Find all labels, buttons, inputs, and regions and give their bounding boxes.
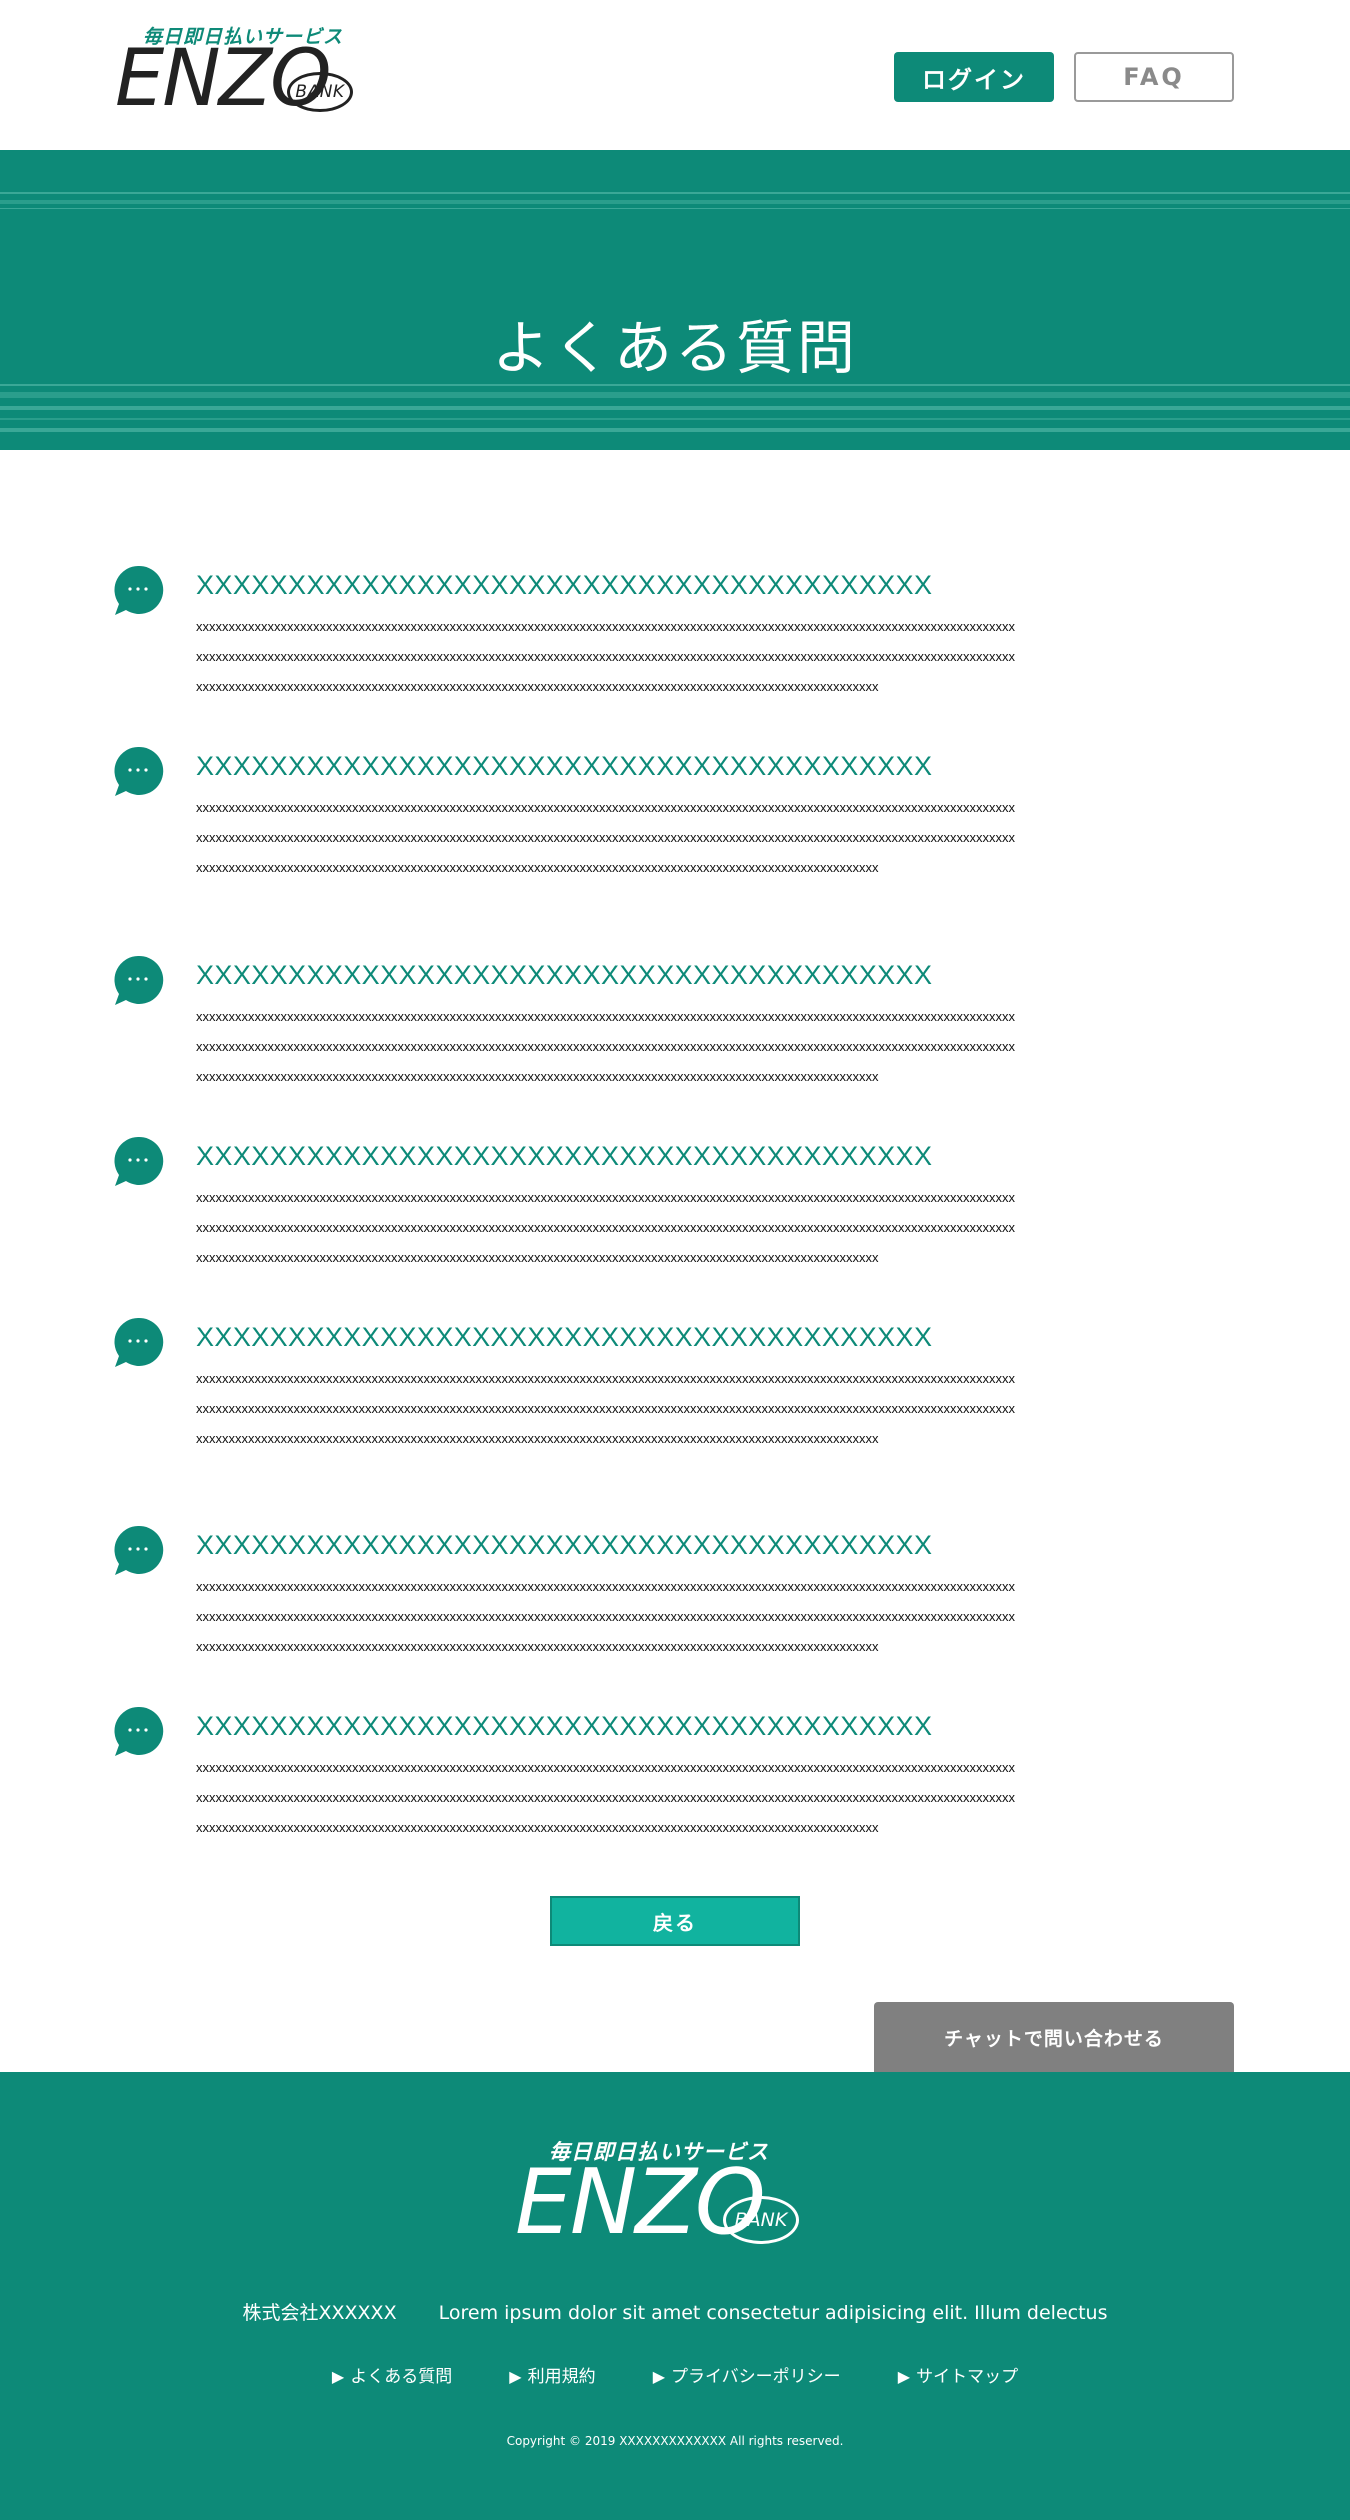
hero-stripe <box>0 208 1350 209</box>
faq-question: XXXXXXXXXXXXXXXXXXXXXXXXXXXXXXXXXXXXXXXX <box>196 1530 933 1560</box>
footer-link-label: 利用規約 <box>527 2367 596 2387</box>
speech-bubble-icon <box>114 565 164 615</box>
faq-answer-line: xxxxxxxxxxxxxxxxxxxxxxxxxxxxxxxxxxxxxxxx… <box>196 1431 879 1446</box>
faq-answer: xxxxxxxxxxxxxxxxxxxxxxxxxxxxxxxxxxxxxxxx… <box>196 1753 1156 1843</box>
faq-answer: xxxxxxxxxxxxxxxxxxxxxxxxxxxxxxxxxxxxxxxx… <box>196 1364 1156 1454</box>
site-header: 毎日即日払いサービス ENZO BANK ログイン FAQ <box>0 0 1350 150</box>
faq-answer: xxxxxxxxxxxxxxxxxxxxxxxxxxxxxxxxxxxxxxxx… <box>196 1572 1156 1662</box>
faq-answer-line: xxxxxxxxxxxxxxxxxxxxxxxxxxxxxxxxxxxxxxxx… <box>196 1790 1015 1805</box>
hero-stripe <box>0 392 1350 398</box>
faq-item[interactable]: XXXXXXXXXXXXXXXXXXXXXXXXXXXXXXXXXXXXXXXX… <box>112 1705 1212 1845</box>
faq-answer-line: xxxxxxxxxxxxxxxxxxxxxxxxxxxxxxxxxxxxxxxx… <box>196 1760 1015 1775</box>
footer-logo-bank-badge: BANK <box>723 2196 799 2244</box>
footer-link-faq[interactable]: ▶ よくある質問 <box>332 2362 452 2387</box>
faq-question: XXXXXXXXXXXXXXXXXXXXXXXXXXXXXXXXXXXXXXXX <box>196 570 933 600</box>
faq-question: XXXXXXXXXXXXXXXXXXXXXXXXXXXXXXXXXXXXXXXX <box>196 751 933 781</box>
faq-answer-line: xxxxxxxxxxxxxxxxxxxxxxxxxxxxxxxxxxxxxxxx… <box>196 1579 1015 1594</box>
faq-answer-line: xxxxxxxxxxxxxxxxxxxxxxxxxxxxxxxxxxxxxxxx… <box>196 619 1015 634</box>
footer-nav: ▶ よくある質問 ▶ 利用規約 ▶ プライバシーポリシー ▶ サイトマップ <box>0 2362 1350 2387</box>
faq-answer-line: xxxxxxxxxxxxxxxxxxxxxxxxxxxxxxxxxxxxxxxx… <box>196 830 1015 845</box>
faq-answer-line: xxxxxxxxxxxxxxxxxxxxxxxxxxxxxxxxxxxxxxxx… <box>196 649 1015 664</box>
footer-link-privacy[interactable]: ▶ プライバシーポリシー <box>653 2362 841 2387</box>
faq-answer: xxxxxxxxxxxxxxxxxxxxxxxxxxxxxxxxxxxxxxxx… <box>196 793 1156 883</box>
faq-item[interactable]: XXXXXXXXXXXXXXXXXXXXXXXXXXXXXXXXXXXXXXXX… <box>112 1135 1212 1275</box>
faq-item[interactable]: XXXXXXXXXXXXXXXXXXXXXXXXXXXXXXXXXXXXXXXX… <box>112 564 1212 704</box>
login-button[interactable]: ログイン <box>894 52 1054 102</box>
footer-link-label: サイトマップ <box>916 2367 1019 2387</box>
faq-answer-line: xxxxxxxxxxxxxxxxxxxxxxxxxxxxxxxxxxxxxxxx… <box>196 1220 1015 1235</box>
speech-bubble-icon <box>114 1136 164 1186</box>
faq-item[interactable]: XXXXXXXXXXXXXXXXXXXXXXXXXXXXXXXXXXXXXXXX… <box>112 1524 1212 1664</box>
hero-stripe <box>0 384 1350 386</box>
company-name: 株式会社XXXXXX <box>242 2302 397 2324</box>
faq-answer: xxxxxxxxxxxxxxxxxxxxxxxxxxxxxxxxxxxxxxxx… <box>196 1183 1156 1273</box>
footer-link-terms[interactable]: ▶ 利用規約 <box>509 2362 595 2387</box>
company-description: Lorem ipsum dolor sit amet consectetur a… <box>438 2302 1108 2324</box>
faq-answer-line: xxxxxxxxxxxxxxxxxxxxxxxxxxxxxxxxxxxxxxxx… <box>196 1639 879 1654</box>
company-info: 株式会社XXXXXX Lorem ipsum dolor sit amet co… <box>0 2298 1350 2325</box>
logo-bank-badge: BANK <box>287 72 353 112</box>
speech-bubble-icon <box>114 1706 164 1756</box>
site-logo[interactable]: 毎日即日払いサービス ENZO BANK <box>115 20 365 130</box>
footer-link-label: プライバシーポリシー <box>671 2367 841 2387</box>
hero-stripe <box>0 192 1350 194</box>
page-title: よくある質問 <box>491 313 858 382</box>
hero-stripe <box>0 406 1350 410</box>
faq-item[interactable]: XXXXXXXXXXXXXXXXXXXXXXXXXXXXXXXXXXXXXXXX… <box>112 954 1212 1094</box>
triangle-right-icon: ▶ <box>652 2367 666 2386</box>
triangle-right-icon: ▶ <box>331 2367 345 2386</box>
faq-answer: xxxxxxxxxxxxxxxxxxxxxxxxxxxxxxxxxxxxxxxx… <box>196 612 1156 702</box>
faq-item[interactable]: XXXXXXXXXXXXXXXXXXXXXXXXXXXXXXXXXXXXXXXX… <box>112 745 1212 885</box>
faq-answer-line: xxxxxxxxxxxxxxxxxxxxxxxxxxxxxxxxxxxxxxxx… <box>196 1401 1015 1416</box>
faq-answer-line: xxxxxxxxxxxxxxxxxxxxxxxxxxxxxxxxxxxxxxxx… <box>196 1371 1015 1386</box>
faq-answer-line: xxxxxxxxxxxxxxxxxxxxxxxxxxxxxxxxxxxxxxxx… <box>196 1190 1015 1205</box>
copyright: Copyright © 2019 XXXXXXXXXXXXX All right… <box>506 2434 844 2448</box>
faq-question: XXXXXXXXXXXXXXXXXXXXXXXXXXXXXXXXXXXXXXXX <box>196 1711 933 1741</box>
footer-logo-brand: ENZO <box>515 2150 766 2255</box>
faq-answer-line: xxxxxxxxxxxxxxxxxxxxxxxxxxxxxxxxxxxxxxxx… <box>196 1069 879 1084</box>
footer-logo[interactable]: 毎日即日払いサービス ENZO BANK <box>515 2136 835 2266</box>
speech-bubble-icon <box>114 746 164 796</box>
faq-answer-line: xxxxxxxxxxxxxxxxxxxxxxxxxxxxxxxxxxxxxxxx… <box>196 1250 879 1265</box>
faq-answer-line: xxxxxxxxxxxxxxxxxxxxxxxxxxxxxxxxxxxxxxxx… <box>196 1009 1015 1024</box>
faq-question: XXXXXXXXXXXXXXXXXXXXXXXXXXXXXXXXXXXXXXXX <box>196 1141 933 1171</box>
triangle-right-icon: ▶ <box>509 2367 522 2386</box>
back-button[interactable]: 戻る <box>550 1896 800 1946</box>
faq-question: XXXXXXXXXXXXXXXXXXXXXXXXXXXXXXXXXXXXXXXX <box>196 1322 933 1352</box>
speech-bubble-icon <box>114 955 164 1005</box>
faq-button[interactable]: FAQ <box>1074 52 1234 102</box>
hero-stripe <box>0 428 1350 432</box>
footer-link-sitemap[interactable]: ▶ サイトマップ <box>898 2362 1018 2387</box>
hero-stripe <box>0 418 1350 420</box>
faq-answer-line: xxxxxxxxxxxxxxxxxxxxxxxxxxxxxxxxxxxxxxxx… <box>196 679 879 694</box>
speech-bubble-icon <box>114 1317 164 1367</box>
faq-item[interactable]: XXXXXXXXXXXXXXXXXXXXXXXXXXXXXXXXXXXXXXXX… <box>112 1316 1212 1456</box>
site-footer: 毎日即日払いサービス ENZO BANK 株式会社XXXXXX Lorem ip… <box>0 2072 1350 2520</box>
triangle-right-icon: ▶ <box>897 2367 911 2386</box>
hero-stripe <box>0 200 1350 204</box>
speech-bubble-icon <box>114 1525 164 1575</box>
faq-answer-line: xxxxxxxxxxxxxxxxxxxxxxxxxxxxxxxxxxxxxxxx… <box>196 1609 1015 1624</box>
faq-answer-line: xxxxxxxxxxxxxxxxxxxxxxxxxxxxxxxxxxxxxxxx… <box>196 1039 1015 1054</box>
page-hero: よくある質問 <box>0 150 1350 450</box>
footer-link-label: よくある質問 <box>350 2367 453 2387</box>
faq-answer-line: xxxxxxxxxxxxxxxxxxxxxxxxxxxxxxxxxxxxxxxx… <box>196 860 879 875</box>
faq-answer-line: xxxxxxxxxxxxxxxxxxxxxxxxxxxxxxxxxxxxxxxx… <box>196 1820 879 1835</box>
faq-answer-line: xxxxxxxxxxxxxxxxxxxxxxxxxxxxxxxxxxxxxxxx… <box>196 800 1015 815</box>
faq-question: XXXXXXXXXXXXXXXXXXXXXXXXXXXXXXXXXXXXXXXX <box>196 960 933 990</box>
faq-answer: xxxxxxxxxxxxxxxxxxxxxxxxxxxxxxxxxxxxxxxx… <box>196 1002 1156 1092</box>
chat-inquiry-button[interactable]: チャットで問い合わせる <box>874 2002 1234 2072</box>
